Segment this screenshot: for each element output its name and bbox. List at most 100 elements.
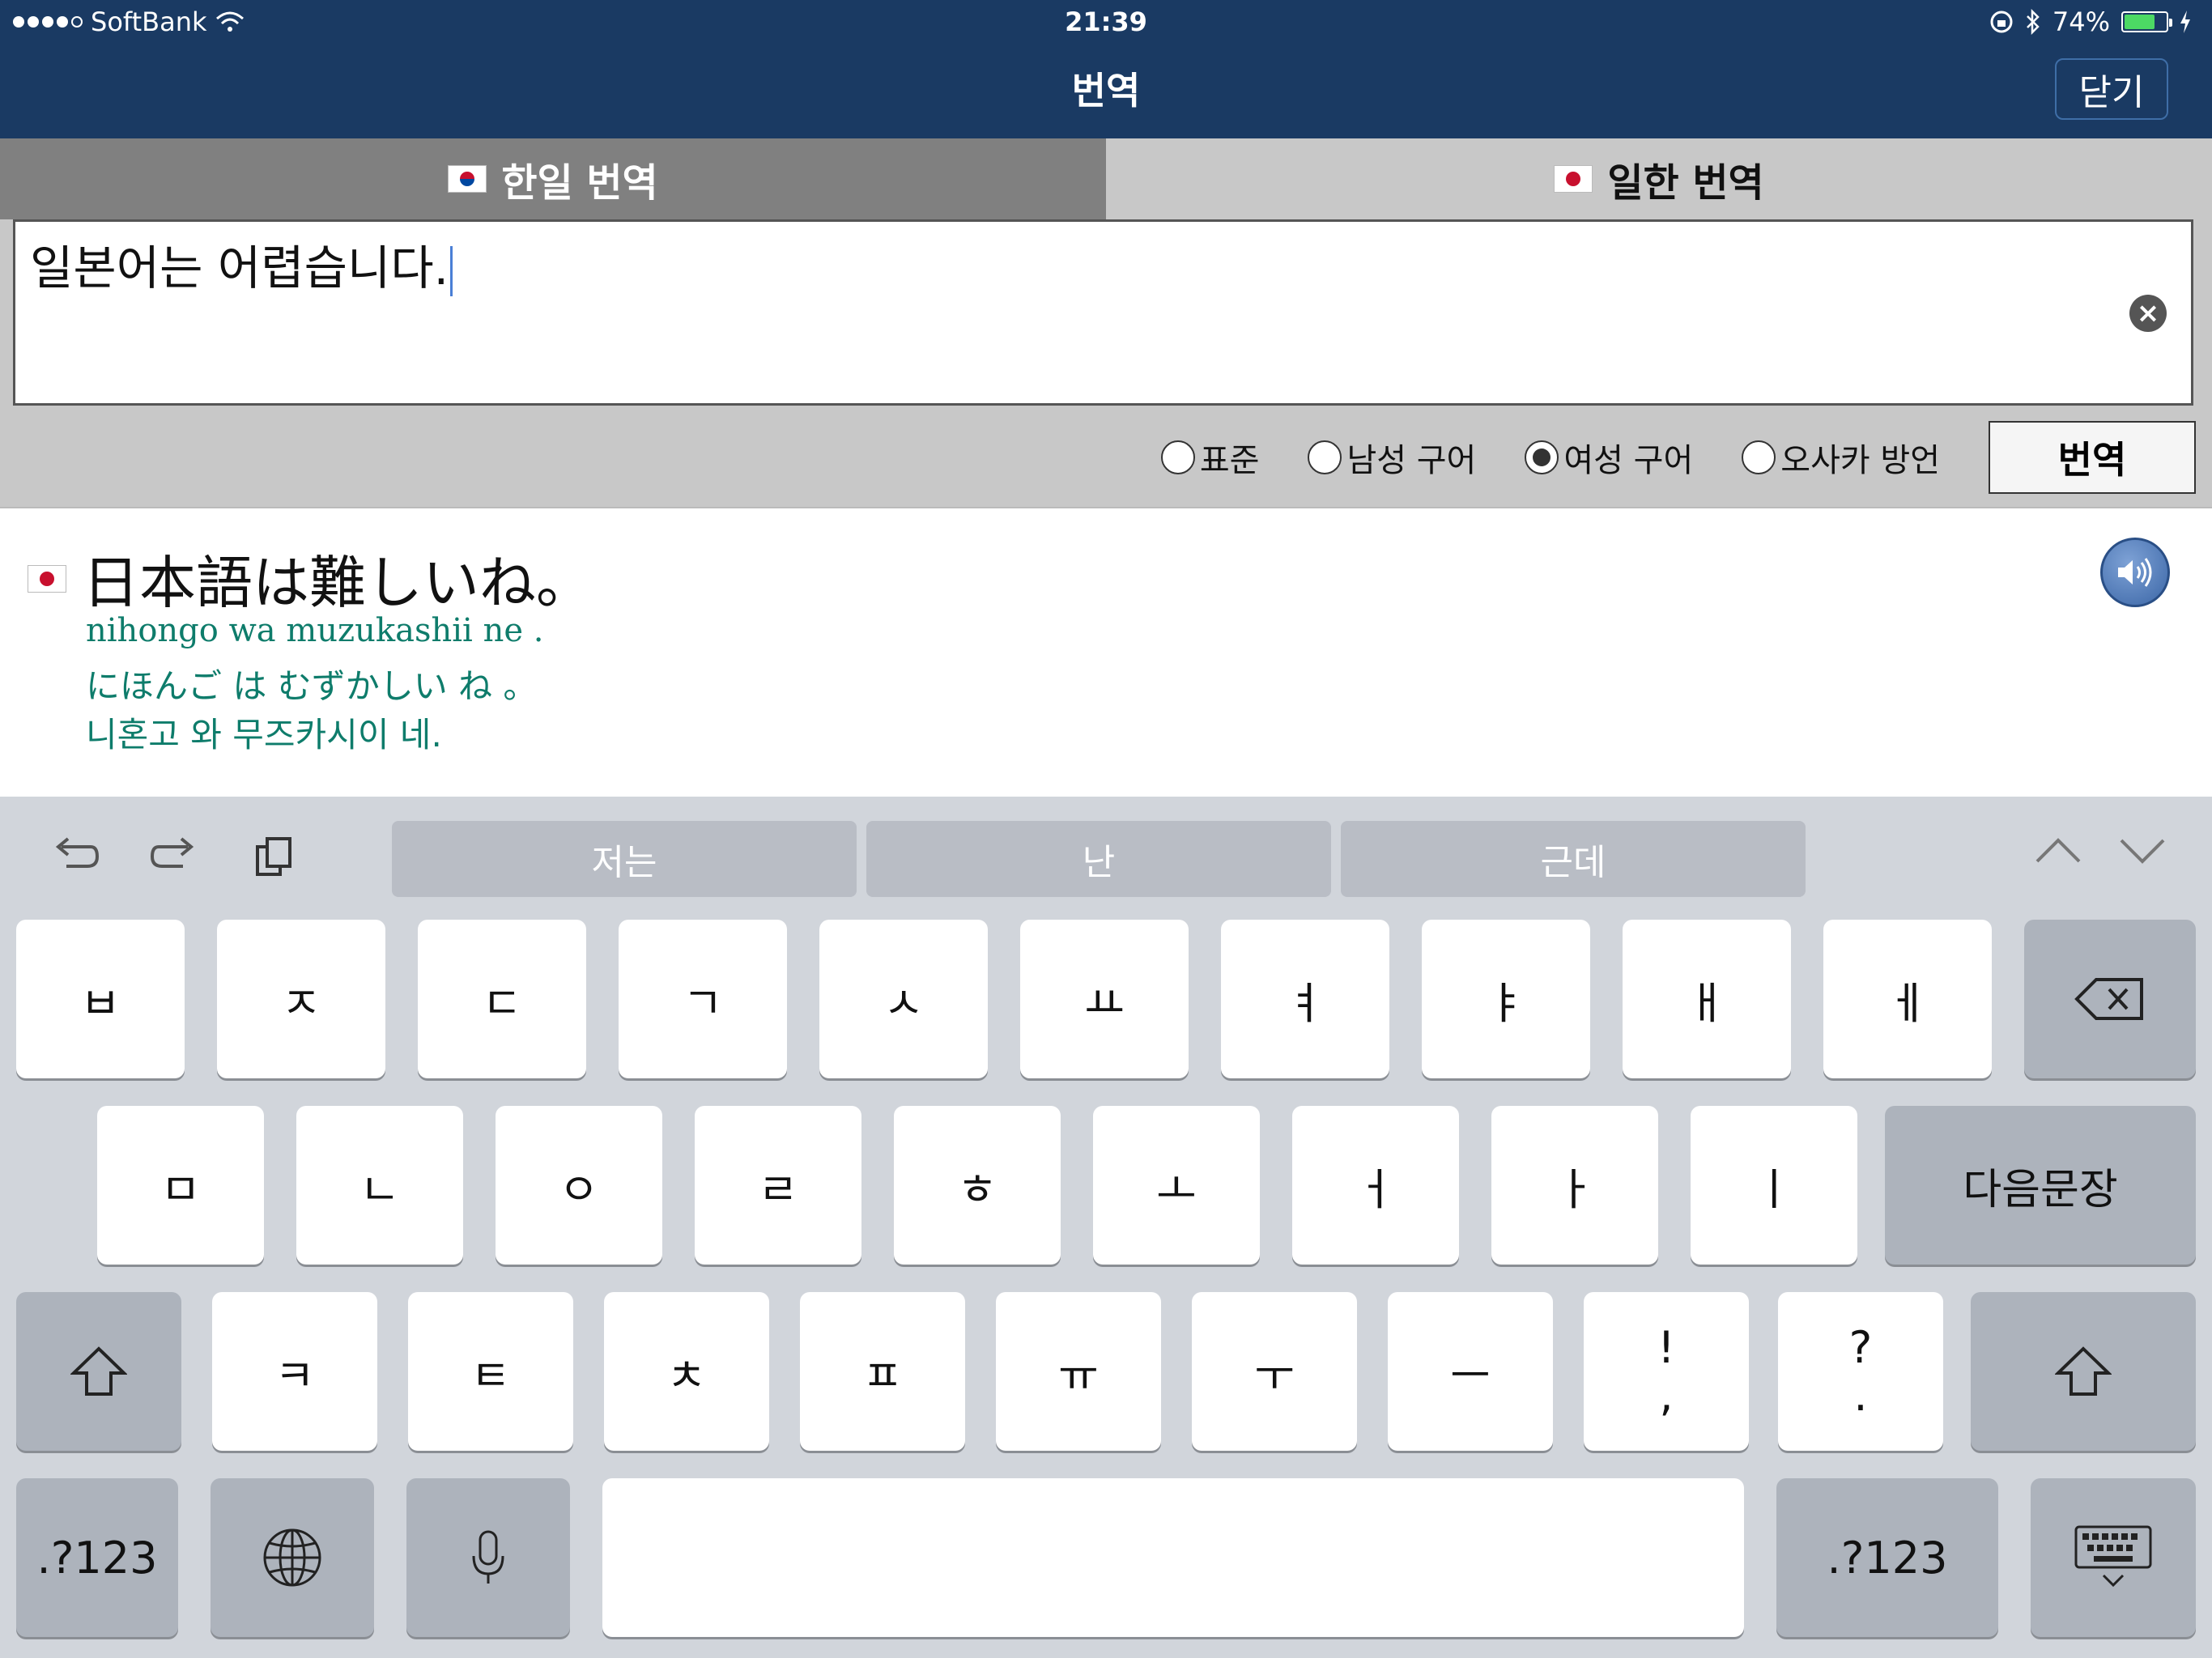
microphone-icon bbox=[472, 1530, 504, 1584]
suggestion-3[interactable]: 근데 bbox=[1341, 821, 1806, 897]
option-label: 남성 구어 bbox=[1346, 442, 1477, 479]
suggestion-2[interactable]: 난 bbox=[866, 821, 1331, 897]
key-n[interactable]: ㄴ bbox=[296, 1106, 463, 1265]
close-button[interactable]: 닫기 bbox=[2055, 58, 2168, 120]
battery-percent: 74% bbox=[2052, 6, 2110, 37]
key-ae[interactable]: ㅐ bbox=[1623, 920, 1791, 1078]
key-yeo[interactable]: ㅕ bbox=[1221, 920, 1389, 1078]
status-bar: SoftBank 21:39 74% bbox=[0, 0, 2212, 45]
onscreen-keyboard: 저는 난 근데 ㅂ ㅈ ㄷ ㄱ ㅅ ㅛ ㅕ ㅑ ㅐ ㅔ ㅁ ㄴ ㅇ ㄹ ㅎ ㅗ … bbox=[0, 797, 2212, 1658]
option-label: 여성 구어 bbox=[1563, 442, 1694, 479]
hangul-reading-text: 니혼고 와 무즈카시이 네. bbox=[86, 715, 442, 755]
chevron-down-icon[interactable] bbox=[2118, 829, 2167, 869]
radio-button[interactable] bbox=[1308, 440, 1342, 474]
key-question-period[interactable]: ?. bbox=[1778, 1292, 1943, 1451]
option-standard[interactable]: 표준 bbox=[1160, 434, 1260, 481]
text-cursor bbox=[450, 245, 453, 296]
japan-flag-icon bbox=[1554, 165, 1593, 193]
japan-flag-icon bbox=[28, 565, 66, 593]
radio-button-selected[interactable] bbox=[1525, 440, 1559, 474]
backspace-icon bbox=[2074, 978, 2143, 1020]
globe-key[interactable] bbox=[211, 1478, 374, 1637]
radio-button[interactable] bbox=[1160, 440, 1195, 474]
redo-icon[interactable] bbox=[149, 834, 199, 874]
dictation-key[interactable] bbox=[406, 1478, 570, 1637]
speaker-icon[interactable] bbox=[2100, 538, 2170, 607]
key-t[interactable]: ㅌ bbox=[408, 1292, 573, 1451]
suggestion-1[interactable]: 저는 bbox=[392, 821, 857, 897]
key-a[interactable]: ㅏ bbox=[1491, 1106, 1658, 1265]
tab-japanese-to-korean[interactable]: 일한 번역 bbox=[1106, 138, 2212, 219]
key-ng[interactable]: ㅇ bbox=[496, 1106, 662, 1265]
rotation-lock-icon bbox=[1990, 11, 2013, 33]
key-yu[interactable]: ㅠ bbox=[996, 1292, 1161, 1451]
charging-icon bbox=[2180, 11, 2190, 33]
numbers-key-right[interactable]: .?123 bbox=[1776, 1478, 1998, 1637]
tab-korean-to-japanese[interactable]: 한일 번역 bbox=[0, 138, 1106, 219]
clear-text-icon[interactable]: × bbox=[2129, 295, 2167, 332]
key-m[interactable]: ㅁ bbox=[97, 1106, 264, 1265]
key-eu[interactable]: ㅡ bbox=[1388, 1292, 1553, 1451]
translate-button[interactable]: 번역 bbox=[1989, 421, 2196, 494]
tab-label: 한일 번역 bbox=[501, 160, 658, 206]
speech-style-options: 표준 남성 구어 여성 구어 오사카 방언 번역 bbox=[1160, 419, 2212, 496]
backspace-key[interactable] bbox=[2024, 920, 2196, 1078]
option-male-colloquial[interactable]: 남성 구어 bbox=[1308, 434, 1476, 481]
hide-keyboard-key[interactable] bbox=[2031, 1478, 2196, 1637]
option-label: 오사카 방언 bbox=[1780, 442, 1940, 479]
shift-key-left[interactable] bbox=[16, 1292, 181, 1451]
key-b[interactable]: ㅂ bbox=[16, 920, 185, 1078]
translation-direction-tabs: 한일 번역 일한 번역 bbox=[0, 138, 2212, 219]
key-yo[interactable]: ㅛ bbox=[1020, 920, 1189, 1078]
key-eo[interactable]: ㅓ bbox=[1292, 1106, 1459, 1265]
option-osaka-dialect[interactable]: 오사카 방언 bbox=[1742, 434, 1940, 481]
option-label: 표준 bbox=[1199, 442, 1260, 479]
key-e[interactable]: ㅔ bbox=[1823, 920, 1992, 1078]
kana-reading-text: にほんご は むずかしい ね 。 bbox=[86, 666, 538, 706]
key-p[interactable]: ㅍ bbox=[800, 1292, 965, 1451]
romanization-text: nihongo wa muzukashii ne . bbox=[86, 612, 544, 649]
clock: 21:39 bbox=[1065, 6, 1147, 37]
key-ch[interactable]: ㅊ bbox=[604, 1292, 769, 1451]
key-u[interactable]: ㅜ bbox=[1192, 1292, 1357, 1451]
battery-icon bbox=[2121, 11, 2172, 32]
keyboard-shortcut-bar: 저는 난 근데 bbox=[0, 797, 2212, 910]
space-key[interactable] bbox=[602, 1478, 1744, 1637]
next-sentence-key[interactable]: 다음문장 bbox=[1885, 1106, 2196, 1265]
option-female-colloquial[interactable]: 여성 구어 bbox=[1525, 434, 1693, 481]
radio-button[interactable] bbox=[1742, 440, 1776, 474]
key-k[interactable]: ㅋ bbox=[212, 1292, 377, 1451]
paste-icon[interactable] bbox=[253, 834, 298, 879]
shift-key-right[interactable] bbox=[1971, 1292, 2196, 1451]
key-h[interactable]: ㅎ bbox=[894, 1106, 1061, 1265]
key-r[interactable]: ㄹ bbox=[695, 1106, 861, 1265]
key-bottom-char: . bbox=[1853, 1370, 1868, 1421]
key-g[interactable]: ㄱ bbox=[619, 920, 787, 1078]
key-bottom-char: , bbox=[1659, 1370, 1674, 1421]
bluetooth-icon bbox=[2026, 9, 2040, 35]
keyboard-dismiss-icon bbox=[2074, 1525, 2152, 1588]
key-o[interactable]: ㅗ bbox=[1093, 1106, 1260, 1265]
korea-flag-icon bbox=[448, 165, 487, 193]
chevron-up-icon[interactable] bbox=[2034, 829, 2082, 869]
tab-label: 일한 번역 bbox=[1607, 160, 1764, 206]
key-d[interactable]: ㄷ bbox=[418, 920, 586, 1078]
top-bar: SoftBank 21:39 74% 번역 닫기 bbox=[0, 0, 2212, 138]
shift-icon bbox=[2055, 1346, 2112, 1396]
key-j[interactable]: ㅈ bbox=[217, 920, 385, 1078]
undo-icon[interactable] bbox=[50, 834, 100, 874]
key-top-char: ? bbox=[1848, 1321, 1873, 1373]
key-top-char: ! bbox=[1657, 1321, 1675, 1373]
source-text-input[interactable]: 일본어는 어렵습니다. × bbox=[13, 219, 2193, 406]
input-panel: 일본어는 어렵습니다. × 표준 남성 구어 여성 구어 오사카 방언 번역 bbox=[0, 219, 2212, 507]
shift-icon bbox=[70, 1346, 127, 1396]
key-i[interactable]: ㅣ bbox=[1691, 1106, 1857, 1265]
page-title: 번역 bbox=[1071, 69, 1141, 113]
key-exclaim-comma[interactable]: !, bbox=[1584, 1292, 1749, 1451]
source-text-value: 일본어는 어렵습니다. bbox=[30, 240, 449, 295]
translation-result: 日本語は難しいね。 nihongo wa muzukashii ne . にほん… bbox=[0, 507, 2212, 797]
translated-text: 日本語は難しいね。 bbox=[83, 550, 593, 616]
key-ya[interactable]: ㅑ bbox=[1422, 920, 1590, 1078]
key-s[interactable]: ㅅ bbox=[819, 920, 988, 1078]
numbers-key-left[interactable]: .?123 bbox=[16, 1478, 178, 1637]
